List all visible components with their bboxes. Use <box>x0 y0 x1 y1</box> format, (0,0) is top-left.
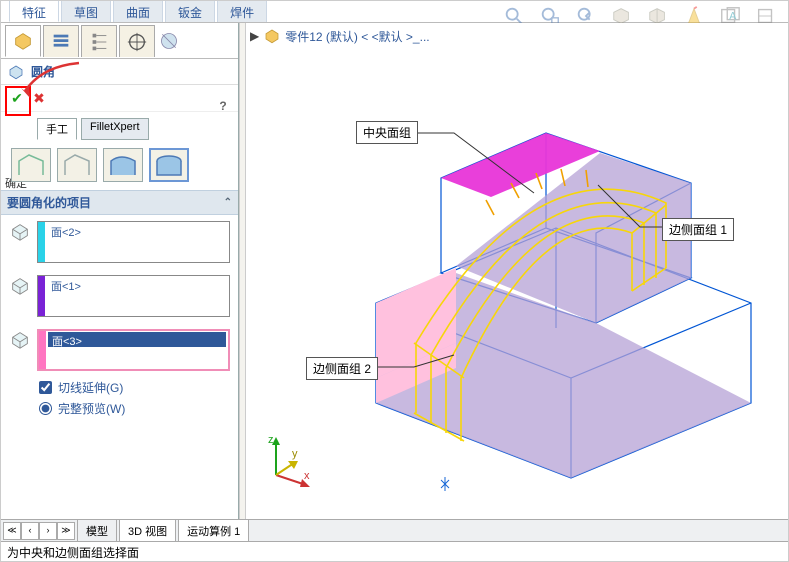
tangent-propagation-option[interactable]: 切线延伸(G) <box>39 379 226 396</box>
model-geometry <box>246 33 786 513</box>
filletxpert-tab[interactable]: FilletXpert <box>81 118 149 140</box>
cancel-button[interactable]: ✖ <box>29 89 49 107</box>
side-face-group-1: 面<2> <box>1 215 238 269</box>
callout-center-face-set[interactable]: 中央面组 <box>356 121 418 144</box>
dimxpert-tab[interactable] <box>119 25 155 57</box>
tab-nav-first[interactable]: ≪ <box>3 522 21 540</box>
main-tab-bar: 特征 草图 曲面 钣金 焊件 A <box>1 1 788 23</box>
center-face-list[interactable]: 面<1> <box>37 275 230 317</box>
svg-text:x: x <box>304 470 310 482</box>
center-face-item[interactable]: 面<1> <box>47 277 227 292</box>
full-preview-option[interactable]: 完整预览(W) <box>39 400 226 417</box>
bottom-tab-3dview[interactable]: 3D 视图 <box>119 519 176 543</box>
side-face-group-2: 面<3> <box>1 323 238 377</box>
tab-sheetmetal[interactable]: 钣金 <box>165 1 215 22</box>
manager-tabs <box>1 23 238 59</box>
fillet-type-row <box>1 144 238 190</box>
callout-side-face-set-1[interactable]: 边侧面组 1 <box>662 218 734 241</box>
face-selection-icon[interactable] <box>9 329 31 351</box>
tab-surface[interactable]: 曲面 <box>113 1 163 22</box>
tab-nav-last[interactable]: ≫ <box>57 522 75 540</box>
status-bar: 为中央和边侧面组选择面 <box>1 541 788 561</box>
ok-cancel-row: ✔ ✖ <box>1 85 238 112</box>
fillet-type-constant[interactable] <box>11 148 51 182</box>
configmanager-tab[interactable] <box>81 25 117 57</box>
status-text: 为中央和边侧面组选择面 <box>7 546 139 560</box>
face-selection-icon[interactable] <box>9 275 31 297</box>
bottom-tab-bar: ≪ ‹ › ≫ 模型 3D 视图 运动算例 1 <box>1 519 788 541</box>
featuremanager-tab[interactable] <box>5 25 41 57</box>
property-manager-panel: 圆角 ✔ ✖ ? 确定 手工 FilletXpert <box>1 23 239 519</box>
panel-splitter[interactable] <box>239 23 246 519</box>
fillet-type-face[interactable] <box>103 148 143 182</box>
svg-text:z: z <box>268 434 274 446</box>
breadcrumb-arrow-icon[interactable]: ▶ <box>250 29 259 43</box>
tab-nav-prev[interactable]: ‹ <box>21 522 39 540</box>
section-items-header[interactable]: 要圆角化的项目 ⌃ <box>1 190 238 215</box>
side-face-list-2[interactable]: 面<3> <box>37 329 230 371</box>
manager-overflow[interactable] <box>157 25 181 57</box>
help-icon[interactable]: ? <box>214 99 232 117</box>
fillet-type-full-round[interactable] <box>149 148 189 182</box>
svg-text:A: A <box>729 11 737 23</box>
side-face-1-item[interactable]: 面<2> <box>47 223 227 238</box>
collapse-icon: ⌃ <box>224 197 232 208</box>
propertymanager-tab[interactable] <box>43 25 79 57</box>
feature-name: 圆角 <box>31 63 55 80</box>
breadcrumb: ▶ 零件12 (默认) < <默认 >_... <box>250 27 430 45</box>
view-triad[interactable]: z x y <box>258 433 314 489</box>
tab-feature[interactable]: 特征 <box>9 1 59 22</box>
callout-side-face-set-2[interactable]: 边侧面组 2 <box>306 357 378 380</box>
manual-tab[interactable]: 手工 <box>37 118 77 140</box>
feature-title-row: 圆角 <box>1 59 238 85</box>
tab-weldment[interactable]: 焊件 <box>217 1 267 22</box>
graphics-viewport[interactable]: ▶ 零件12 (默认) < <默认 >_... <box>246 23 788 519</box>
part-icon <box>263 27 281 45</box>
tangent-label: 切线延伸(G) <box>58 379 123 396</box>
tangent-checkbox[interactable] <box>39 381 52 394</box>
ok-button[interactable]: ✔ <box>7 89 27 107</box>
face-selection-icon[interactable] <box>9 221 31 243</box>
bottom-tab-model[interactable]: 模型 <box>77 519 117 543</box>
svg-text:y: y <box>292 448 298 460</box>
bottom-tab-motion[interactable]: 运动算例 1 <box>178 519 249 543</box>
full-preview-label: 完整预览(W) <box>58 400 125 417</box>
fillet-options: 切线延伸(G) 完整预览(W) <box>1 377 238 423</box>
fillet-mode-tabs: 手工 FilletXpert <box>1 112 238 144</box>
side-face-list-1[interactable]: 面<2> <box>37 221 230 263</box>
tab-sketch[interactable]: 草图 <box>61 1 111 22</box>
section-items-title: 要圆角化的项目 <box>7 194 91 211</box>
fillet-type-variable[interactable] <box>57 148 97 182</box>
breadcrumb-part-name[interactable]: 零件12 (默认) < <默认 >_... <box>285 28 429 45</box>
fillet-icon <box>7 63 25 81</box>
side-face-2-item[interactable]: 面<3> <box>48 332 226 347</box>
tab-nav-buttons: ≪ ‹ › ≫ <box>3 522 75 540</box>
tab-nav-next[interactable]: › <box>39 522 57 540</box>
center-face-group: 面<1> <box>1 269 238 323</box>
full-preview-radio[interactable] <box>39 402 52 415</box>
